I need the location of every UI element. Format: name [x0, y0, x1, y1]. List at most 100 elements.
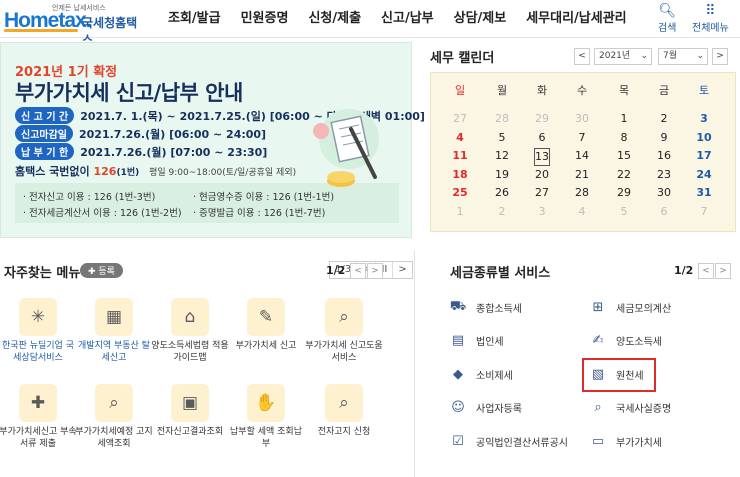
calendar-day[interactable]: 23 — [649, 167, 679, 183]
calendar-day[interactable]: 29 — [527, 111, 557, 127]
calendar-day[interactable]: 13 — [534, 148, 550, 166]
weekday-header: 일 — [454, 84, 466, 97]
calendar-day[interactable]: 3 — [527, 204, 557, 220]
tax-service-item[interactable]: ⌕ 국세사실증명 — [588, 397, 671, 419]
calendar-day[interactable]: 19 — [487, 167, 517, 183]
money-hand-icon: ✋ — [247, 384, 285, 422]
tax-service-item[interactable]: ☺ 사업자등록 — [448, 397, 522, 419]
all-menu-button[interactable]: ⠿ 전체메뉴 — [692, 3, 729, 34]
favorite-item[interactable]: ✎ 부가가치세 신고 — [226, 298, 306, 352]
calendar-day[interactable]: 30 — [649, 185, 679, 201]
favorite-item[interactable]: ✚ 부가가치세신고 부속서류 제출 — [0, 384, 78, 450]
nav-item[interactable]: 민원증명 — [231, 0, 299, 38]
calendar-day[interactable]: 5 — [609, 204, 639, 220]
favorite-item[interactable]: ⌕ 부가가치세 신고도움 서비스 — [304, 298, 384, 364]
favorite-item[interactable]: ⌕ 전자고지 신청 — [304, 384, 384, 438]
tax-service-item[interactable]: ⊞ 세금모의계산 — [588, 296, 672, 318]
calendar-day[interactable]: 11 — [445, 148, 475, 164]
tax-services-next-button[interactable]: > — [715, 263, 731, 279]
calendar-day[interactable]: 7 — [689, 204, 719, 220]
hometax-logo[interactable]: 언제든 납세서비스 Hometax. 국세청홈택스 — [4, 3, 144, 47]
calendar-day[interactable]: 17 — [689, 148, 719, 164]
tax-service-item[interactable]: ☑ 공익법인결산서류공시 — [448, 430, 568, 452]
calendar-day[interactable]: 2 — [649, 111, 679, 127]
tax-service-item[interactable]: ◆ 소비제세 — [448, 363, 513, 385]
calendar-day[interactable]: 6 — [527, 130, 557, 146]
tax-service-item[interactable]: ▭ 부가가치세 — [588, 430, 662, 452]
calendar-day[interactable]: 16 — [649, 148, 679, 164]
car-money-icon: ⛟ — [449, 298, 467, 314]
favorite-item[interactable]: ▦ 개발지역 부동산 탈세신고 — [74, 298, 154, 364]
calendar-day[interactable]: 21 — [567, 167, 597, 183]
calendar-day[interactable]: 5 — [487, 130, 517, 146]
favorite-label: 납부할 세액 조회납부 — [230, 427, 302, 449]
tax-service-item[interactable]: ✍ 양도소득세 — [588, 330, 662, 352]
year-select[interactable]: 2021년 ⌄ — [594, 48, 652, 65]
calendar-day[interactable]: 15 — [609, 148, 639, 164]
calendar-day[interactable]: 1 — [609, 111, 639, 127]
calendar-day[interactable]: 25 — [445, 185, 475, 201]
tax-services-prev-button[interactable]: < — [698, 263, 714, 279]
favorite-item[interactable]: ✳ 한국판 뉴딜기업 국세상담서비스 — [0, 298, 78, 364]
calendar-day[interactable]: 20 — [527, 167, 557, 183]
nav-item[interactable]: 조회/발급 — [158, 0, 231, 38]
calendar-next-button[interactable]: > — [712, 48, 728, 65]
plus-icon: ✚ — [88, 267, 99, 277]
contact-ext: (1번) — [116, 168, 140, 178]
vat-icon: ▭ — [591, 433, 605, 449]
favorites-prev-button[interactable]: < — [350, 263, 366, 279]
calendar-day[interactable]: 29 — [609, 185, 639, 201]
calendar-day[interactable]: 3 — [689, 111, 719, 127]
weekday-header: 화 — [536, 84, 548, 97]
year-value: 2021년 — [599, 51, 631, 61]
chevron-down-icon: ⌄ — [640, 51, 648, 61]
calendar-day[interactable]: 22 — [609, 167, 639, 183]
calendar-day[interactable]: 4 — [445, 130, 475, 146]
calendar-day[interactable]: 30 — [567, 111, 597, 127]
banner-next-button[interactable]: > — [393, 262, 411, 278]
nav-item[interactable]: 상담/제보 — [444, 0, 517, 38]
favorite-item[interactable]: ✋ 납부할 세액 조회납부 — [226, 384, 306, 450]
tax-service-item[interactable]: ⛟ 종합소득세 — [448, 296, 522, 318]
calendar-day[interactable]: 6 — [649, 204, 679, 220]
calendar-day[interactable]: 18 — [445, 167, 475, 183]
doc-search-icon: ⌕ — [95, 384, 133, 422]
favorite-item[interactable]: ⌕ 부가가치세예정 고지세액조회 — [74, 384, 154, 450]
calendar-day[interactable]: 12 — [487, 148, 517, 164]
nav-item[interactable]: 신고/납부 — [371, 0, 444, 38]
favorite-item[interactable]: ▣ 전자신고결과조회 — [150, 384, 230, 438]
calendar-day[interactable]: 2 — [487, 204, 517, 220]
tax-service-item[interactable]: ▤ 법인세 — [448, 330, 504, 352]
calendar-day[interactable]: 24 — [689, 167, 719, 183]
calendar-day[interactable]: 27 — [527, 185, 557, 201]
calendar-prev-button[interactable]: < — [574, 48, 590, 65]
calendar-day[interactable]: 26 — [487, 185, 517, 201]
banner-row-payment: 납 부 기 한 2021.7.26.(월) [07:00 ~ 23:30] — [15, 143, 267, 160]
nav-item[interactable]: 신청/제출 — [298, 0, 371, 38]
calendar-day[interactable]: 7 — [567, 130, 597, 146]
calendar-day[interactable]: 8 — [609, 130, 639, 146]
month-select[interactable]: 7월 ⌄ — [658, 48, 708, 65]
certificate-search-icon: ⌕ — [594, 400, 602, 415]
weekday-header: 월 — [496, 84, 508, 97]
chevron-right-icon: > — [719, 266, 727, 276]
favorites-next-button[interactable]: > — [367, 263, 383, 279]
calendar-day[interactable]: 14 — [567, 148, 597, 164]
favorite-item[interactable]: ⌂ 양도소득세법령 적용가이드맵 — [150, 298, 230, 364]
calendar-day[interactable]: 10 — [689, 130, 719, 146]
pill-label: 신고마감일 — [15, 125, 73, 142]
search-button[interactable]: 🔍︎ 검색 — [658, 3, 676, 34]
month-value: 7월 — [663, 51, 678, 61]
calendar-day[interactable]: 28 — [567, 185, 597, 201]
column-divider — [414, 250, 415, 477]
calendar-day[interactable]: 27 — [445, 111, 475, 127]
contact-hours: 평일 9:00~18:00(토/일/공휴일 제외) — [149, 168, 297, 178]
register-favorite-button[interactable]: ✚ 등록 — [80, 263, 123, 278]
calendar-day[interactable]: 9 — [649, 130, 679, 146]
calendar-day[interactable]: 4 — [567, 204, 597, 220]
calendar-day[interactable]: 31 — [689, 185, 719, 201]
vat-banner[interactable]: 2021년 1기 확정 부가가치세 신고/납부 안내 신 고 기 간 2021.7… — [0, 42, 425, 279]
calendar-day[interactable]: 28 — [487, 111, 517, 127]
calendar-day[interactable]: 1 — [445, 204, 475, 220]
nav-item[interactable]: 세무대리/납세관리 — [516, 0, 636, 38]
